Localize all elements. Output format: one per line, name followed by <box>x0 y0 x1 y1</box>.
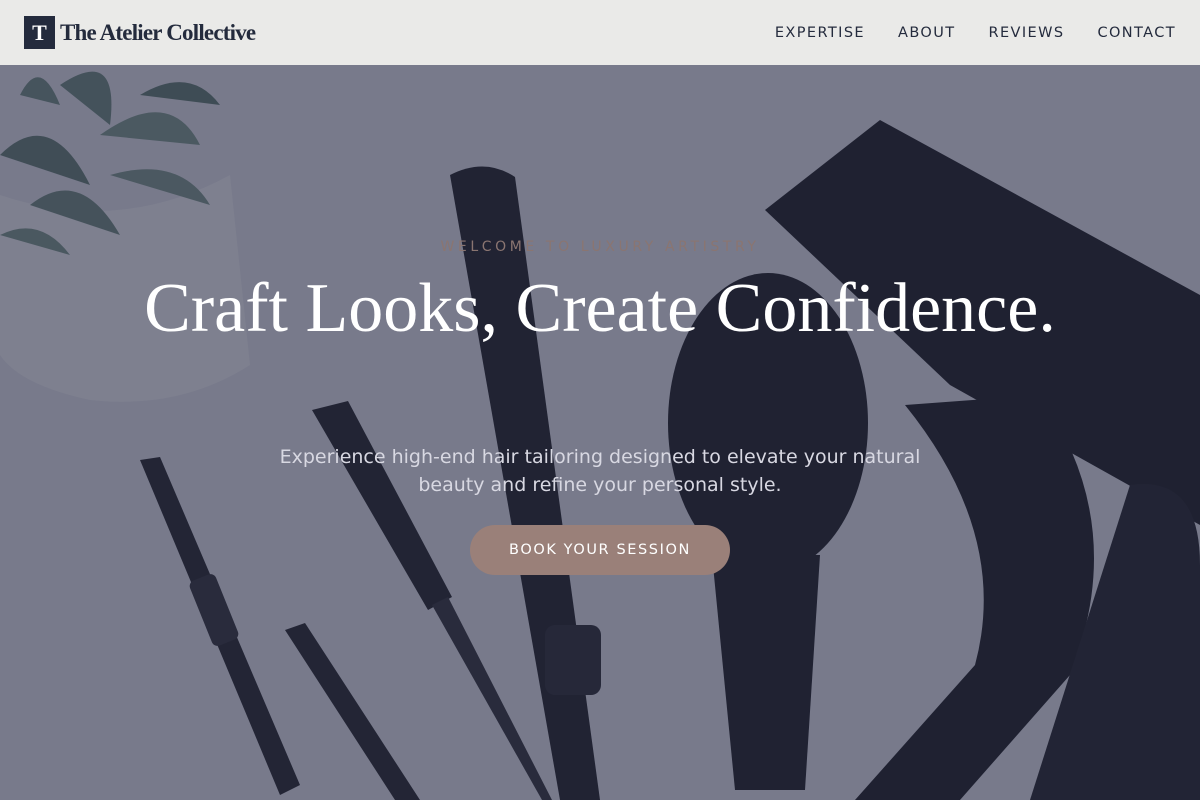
nav-link-expertise[interactable]: EXPERTISE <box>775 25 865 41</box>
nav-link-reviews[interactable]: REVIEWS <box>989 25 1065 41</box>
nav-link-contact[interactable]: CONTACT <box>1097 25 1176 41</box>
brand[interactable]: T The Atelier Collective <box>24 16 256 49</box>
brand-name: The Atelier Collective <box>60 19 256 45</box>
nav-link-about[interactable]: ABOUT <box>898 25 956 41</box>
hero-headline: Craft Looks, Create Confidence. <box>144 270 1056 347</box>
hero-subtext: Experience high-end hair tailoring desig… <box>279 446 921 496</box>
site-header: T The Atelier Collective EXPERTISE ABOUT… <box>0 0 1200 65</box>
hero-eyebrow: WELCOME TO LUXURY ARTISTRY <box>440 239 760 255</box>
main-nav: EXPERTISE ABOUT REVIEWS CONTACT <box>742 25 1176 41</box>
book-session-button[interactable]: BOOK YOUR SESSION <box>470 525 730 575</box>
logo-icon: T <box>24 16 55 49</box>
hero-section: WELCOME TO LUXURY ARTISTRY Craft Looks, … <box>0 65 1200 800</box>
hero-dark-overlay <box>0 65 1200 800</box>
